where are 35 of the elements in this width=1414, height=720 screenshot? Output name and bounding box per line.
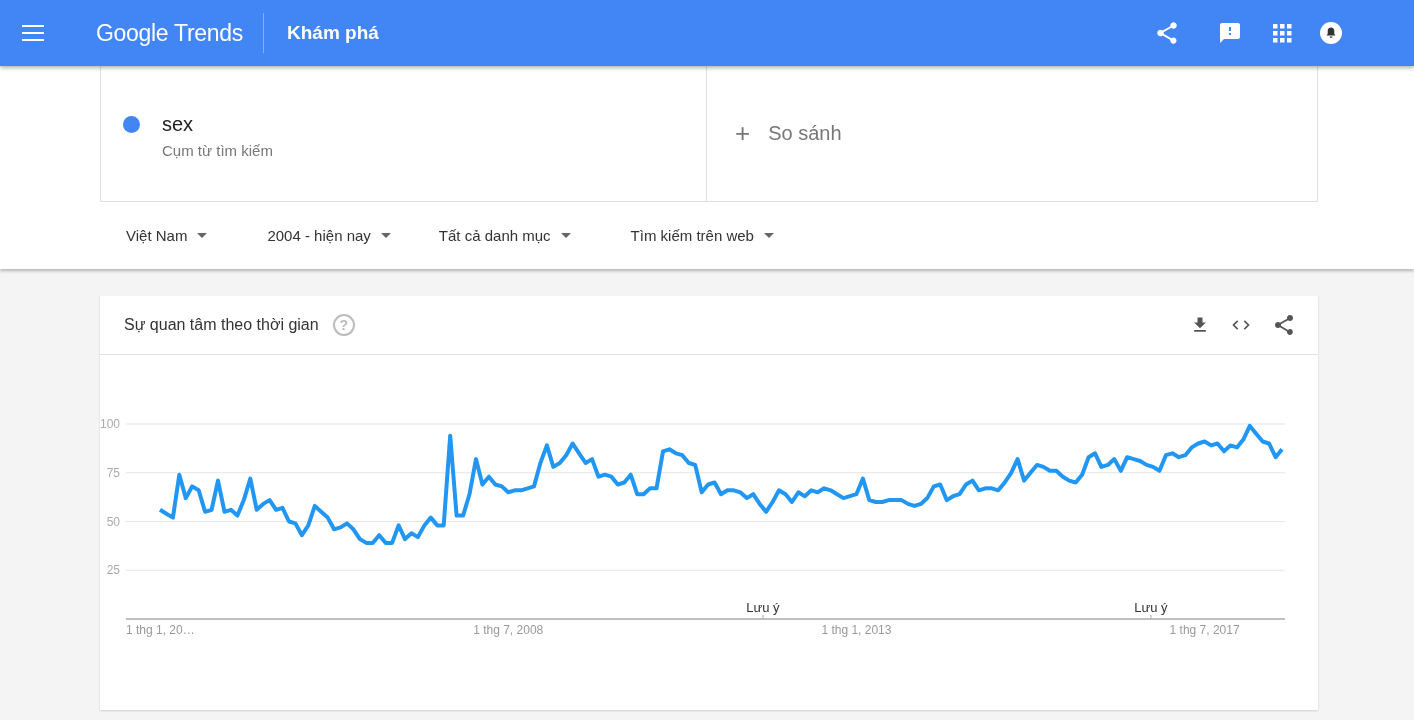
share-icon: [1272, 313, 1296, 337]
search-term[interactable]: sex: [162, 113, 273, 136]
caret-icon: [380, 233, 391, 238]
share-button[interactable]: [1272, 313, 1296, 337]
share-icon: [1154, 20, 1180, 46]
apps-button[interactable]: [1272, 23, 1292, 43]
share-button[interactable]: [1154, 20, 1180, 46]
page-title: Khám phá: [286, 22, 379, 44]
apps-grid-icon: [1272, 23, 1292, 43]
app-logo[interactable]: Google Trends: [66, 13, 264, 53]
filter-dropdown[interactable]: Việt Nam: [126, 227, 208, 244]
feedback-button[interactable]: [1218, 21, 1242, 45]
x-tick-label: 1 thg 1, 20…: [126, 623, 195, 637]
menu-icon[interactable]: [22, 25, 44, 41]
filter-dropdown[interactable]: Tất cả danh mục: [438, 227, 571, 244]
filter-dropdown[interactable]: 2004 - hiện nay: [267, 227, 391, 244]
y-tick-label: 25: [106, 563, 120, 578]
annotation: Lưu ý: [1134, 600, 1169, 615]
x-tick-label: 1 thg 7, 2017: [1169, 623, 1240, 637]
bell-icon: [1320, 22, 1342, 44]
y-tick-label: 50: [106, 514, 120, 529]
term-type: Cụm từ tìm kiếm: [162, 142, 273, 159]
x-tick-label: 1 thg 1, 2013: [821, 623, 892, 637]
card-title: Sự quan tâm theo thời gian: [124, 316, 319, 334]
caret-icon: [763, 233, 774, 238]
y-tick-label: 100: [100, 417, 120, 431]
compare-button[interactable]: + So sánh: [735, 118, 842, 149]
caret-icon: [197, 233, 208, 238]
x-tick-label: 1 thg 7, 2008: [473, 623, 544, 637]
y-tick-label: 75: [106, 465, 120, 480]
caret-icon: [560, 233, 571, 238]
filter-dropdown[interactable]: Tìm kiếm trên web: [630, 227, 774, 244]
annotation: Lưu ý: [746, 600, 781, 615]
feedback-icon: [1218, 21, 1242, 45]
notifications-button[interactable]: [1320, 22, 1342, 44]
